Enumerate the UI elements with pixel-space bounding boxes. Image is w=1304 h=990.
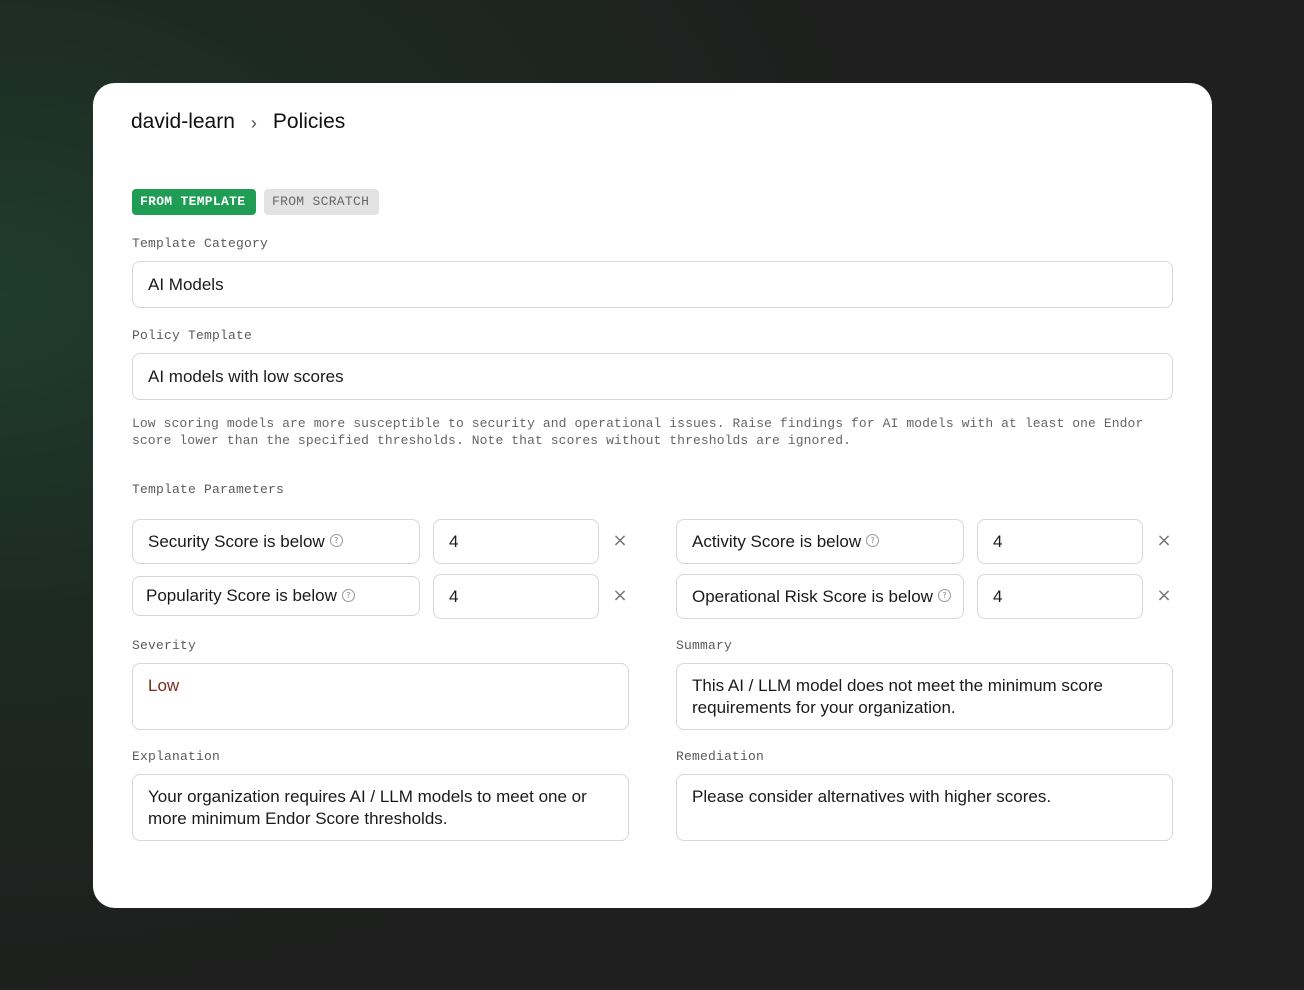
info-icon[interactable]: ?	[937, 589, 951, 602]
summary-value: This AI / LLM model does not meet the mi…	[692, 676, 1104, 717]
template-category-label: Template Category	[132, 236, 269, 251]
remove-operational-risk-param-close-icon[interactable]: ×	[1154, 586, 1174, 606]
popularity-score-threshold-input[interactable]: 4	[433, 574, 599, 619]
page-title: Policies	[272, 110, 346, 133]
breadcrumb-org[interactable]: david-learn	[131, 110, 235, 134]
operational-risk-score-threshold-input[interactable]: 4	[977, 574, 1143, 619]
summary-label: Summary	[676, 638, 733, 653]
severity-value: Low	[148, 676, 180, 695]
remove-security-param-close-icon[interactable]: ×	[610, 531, 630, 551]
policy-card: david-learn › Policies FROM TEMPLATE FRO…	[93, 83, 1212, 908]
breadcrumb-separator-icon: ›	[250, 112, 257, 133]
policy-description-line: Low scoring models are more susceptible …	[132, 416, 1144, 431]
activity-score-param-select[interactable]: Activity Score is below ?	[676, 519, 964, 564]
template-parameters-label: Template Parameters	[132, 482, 285, 497]
severity-label: Severity	[132, 638, 197, 653]
template-category-value: AI Models	[148, 274, 224, 294]
from-template-button[interactable]: FROM TEMPLATE	[132, 189, 256, 215]
popularity-score-param-select[interactable]: Popularity Score is below ?	[132, 576, 420, 616]
remove-popularity-param-close-icon[interactable]: ×	[610, 586, 630, 606]
param-name: Operational Risk Score is below	[692, 586, 933, 606]
template-category-select[interactable]: AI Models	[132, 261, 1173, 308]
info-icon[interactable]: ?	[329, 534, 343, 547]
info-icon[interactable]: ?	[866, 534, 880, 547]
severity-select[interactable]: Low	[132, 663, 629, 730]
threshold-value: 4	[993, 531, 1003, 551]
info-icon[interactable]: ?	[341, 588, 355, 602]
explanation-value: Your organization requires AI / LLM mode…	[148, 787, 587, 828]
operational-risk-score-param-select[interactable]: Operational Risk Score is below ?	[676, 574, 964, 619]
policy-description: Low scoring models are more susceptible …	[132, 415, 1152, 449]
threshold-value: 4	[449, 586, 459, 606]
security-score-param-select[interactable]: Security Score is below ?	[132, 519, 420, 564]
param-name: Popularity Score is below	[146, 586, 337, 605]
remediation-textarea[interactable]: Please consider alternatives with higher…	[676, 774, 1173, 841]
from-scratch-button[interactable]: FROM SCRATCH	[264, 189, 379, 215]
remediation-label: Remediation	[676, 749, 765, 764]
breadcrumb: david-learn › Policies	[131, 110, 345, 134]
remediation-value: Please consider alternatives with higher…	[692, 787, 1052, 806]
policy-description-line: score lower than the specified threshold…	[132, 433, 852, 448]
explanation-label: Explanation	[132, 749, 221, 764]
remove-activity-param-close-icon[interactable]: ×	[1154, 531, 1174, 551]
activity-score-threshold-input[interactable]: 4	[977, 519, 1143, 564]
explanation-textarea[interactable]: Your organization requires AI / LLM mode…	[132, 774, 629, 841]
param-name: Security Score is below	[148, 531, 325, 551]
policy-template-select[interactable]: AI models with low scores	[132, 353, 1173, 400]
security-score-threshold-input[interactable]: 4	[433, 519, 599, 564]
policy-template-label: Policy Template	[132, 328, 253, 343]
policy-template-value: AI models with low scores	[148, 366, 344, 386]
threshold-value: 4	[993, 586, 1003, 606]
summary-textarea[interactable]: This AI / LLM model does not meet the mi…	[676, 663, 1173, 730]
threshold-value: 4	[449, 531, 459, 551]
param-name: Activity Score is below	[692, 531, 862, 551]
